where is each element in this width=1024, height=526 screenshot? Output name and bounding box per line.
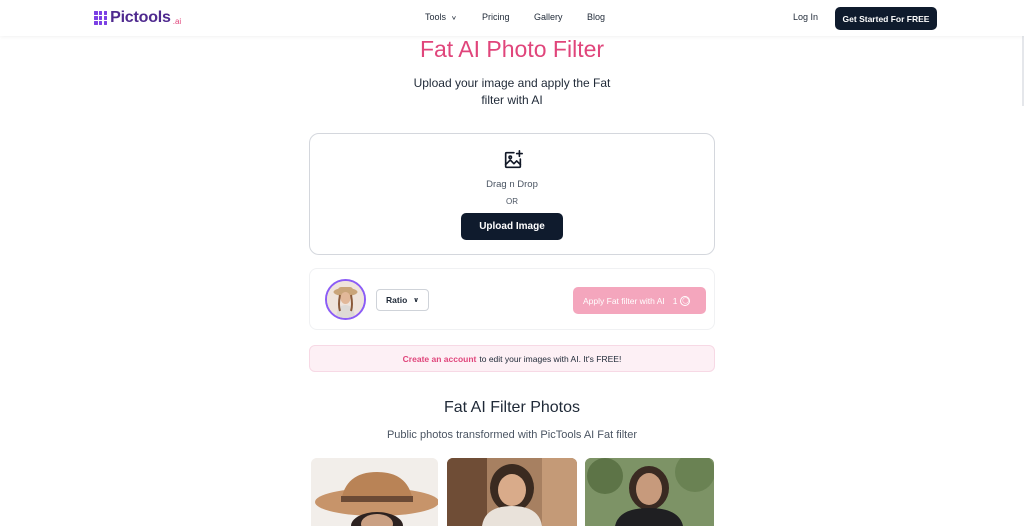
create-account-link[interactable]: Create an account — [403, 354, 477, 364]
nav-tools-dropdown[interactable]: Tools ∨ — [425, 12, 457, 22]
notice-text: to edit your images with AI. It's FREE! — [479, 353, 622, 364]
gallery-photo-image — [585, 458, 714, 526]
upload-dropzone[interactable]: Drag n Drop OR Upload Image — [309, 133, 715, 255]
nav-tools-label: Tools — [425, 12, 447, 22]
nav-gallery-link[interactable]: Gallery — [534, 12, 563, 22]
gallery-photo[interactable] — [311, 458, 438, 526]
chevron-down-icon: ∨ — [451, 13, 457, 21]
top-navbar: Pictools .ai Tools ∨ Pricing Gallery Blo… — [0, 0, 1024, 36]
get-started-button[interactable]: Get Started For FREE — [835, 7, 937, 30]
ratio-label: Ratio — [386, 295, 408, 305]
nav-pricing-link[interactable]: Pricing — [482, 12, 510, 22]
logo-suffix: .ai — [172, 16, 182, 26]
gallery-photo-image — [447, 458, 577, 526]
gallery-subtitle: Public photos transformed with PicTools … — [386, 429, 638, 441]
gallery-title: Fat AI Filter Photos — [443, 399, 581, 416]
drag-drop-label: Drag n Drop — [486, 179, 538, 190]
page-subtitle: Upload your image and apply the Fat filt… — [413, 76, 611, 107]
page-title: Fat AI Photo Filter — [419, 36, 605, 62]
logo-text: Pictools — [110, 9, 171, 26]
options-bar: Ratio ∨ Apply Fat filter with AI 1 ◯ — [309, 268, 715, 330]
sample-image-thumbnail[interactable] — [325, 279, 366, 320]
gallery-photo-image — [311, 458, 438, 526]
or-separator: OR — [506, 197, 518, 206]
gallery-photo[interactable] — [447, 458, 577, 526]
apply-filter-label: Apply Fat filter with AI — [583, 295, 665, 306]
upload-image-button[interactable]: Upload Image — [461, 213, 563, 240]
add-image-icon — [504, 150, 523, 169]
thumbnail-image — [327, 281, 364, 318]
signup-notice: Create an account to edit your images wi… — [309, 345, 715, 372]
nav-blog-link[interactable]: Blog — [587, 12, 605, 22]
ratio-dropdown[interactable]: Ratio ∨ — [376, 289, 429, 311]
apply-filter-button[interactable]: Apply Fat filter with AI 1 ◯ — [573, 287, 706, 314]
chevron-down-icon: ∨ — [413, 297, 419, 304]
credit-cost: 1 — [672, 295, 678, 306]
gallery-photo[interactable] — [585, 458, 714, 526]
coin-icon: ◯ — [680, 295, 691, 306]
logo[interactable]: Pictools .ai — [94, 9, 181, 27]
login-link[interactable]: Log In — [793, 12, 818, 22]
logo-grid-icon — [94, 11, 108, 25]
